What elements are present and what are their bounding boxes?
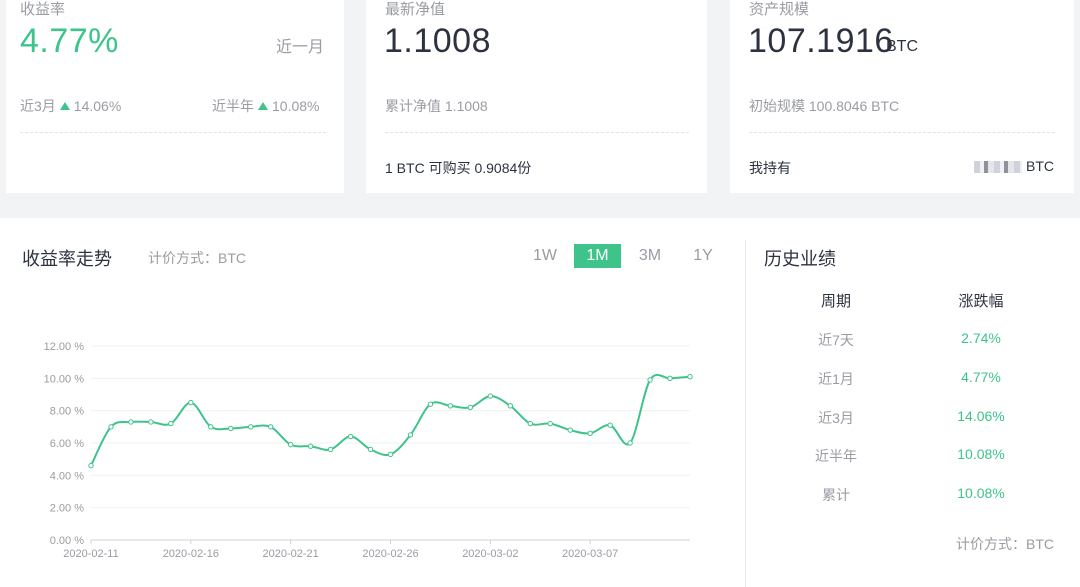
history-footer: 计价方式：BTC [956, 536, 1054, 552]
data-point [467, 404, 474, 411]
yield-trend-chart: 0.00 % 2.00 % 4.00 % 6.00 % 8.00 % 10.00 % 12.… [44, 341, 693, 560]
assets-label: 资产规模 [749, 1, 810, 18]
data-point [228, 425, 234, 432]
data-point [447, 403, 454, 409]
assets-card: 资产规模 107.1916 BTC 初始规模 100.8046 BTC 我持有 … [730, 0, 1074, 193]
holding-unit: BTC [1026, 158, 1054, 174]
history-value: 10.08% [957, 446, 1005, 462]
divider [20, 132, 326, 133]
data-point [188, 399, 194, 406]
nav-buy-text: 1 BTC 可购买 0.9084份 [385, 160, 532, 176]
yield-card: 收益率 4.77% 近一月 近3月 14.06% 近半年 10.08% [6, 0, 344, 193]
y-tick-label: 12.00 % [44, 341, 85, 353]
nav-label: 最新净值 [385, 1, 446, 18]
history-period: 近3月 [818, 410, 854, 426]
yield-label: 收益率 [20, 1, 66, 18]
data-point [427, 401, 434, 407]
divider [749, 132, 1055, 133]
data-point [287, 441, 294, 448]
nav-cumulative: 累计净值 1.1008 [385, 98, 488, 114]
data-point [487, 393, 494, 399]
yield-half-value: 10.08% [272, 98, 320, 114]
y-tick-label: 8.00 % [50, 406, 84, 418]
y-tick-label: 6.00 % [50, 438, 84, 450]
data-point [567, 427, 573, 433]
data-point [587, 430, 593, 437]
y-tick-label: 4.00 % [50, 470, 84, 482]
assets-unit: BTC [886, 38, 918, 55]
data-point [547, 420, 553, 427]
x-tick-label: 2020-02-26 [362, 548, 418, 560]
nav-value: 1.1008 [384, 22, 491, 60]
yield-3m-value: 14.06% [73, 98, 122, 114]
history-period: 近7天 [818, 332, 854, 348]
data-point [687, 374, 693, 380]
y-tick-label: 0.00 % [50, 535, 84, 547]
history-period: 近半年 [815, 448, 857, 464]
y-tick-label: 2.00 % [50, 503, 84, 515]
data-point [268, 424, 274, 430]
data-point [407, 432, 414, 438]
holding-label: 我持有 [749, 160, 791, 176]
up-arrow-icon [258, 102, 268, 110]
holding-value: BTC [974, 158, 1054, 174]
history-period: 累计 [822, 487, 850, 503]
yield-half-label: 近半年 [212, 98, 254, 114]
x-tick-label: 2020-02-11 [63, 548, 118, 560]
history-col-period: 周期 [820, 293, 851, 310]
x-tick-label: 2020-02-16 [163, 548, 219, 560]
nav-card: 最新净值 1.1008 累计净值 1.1008 1 BTC 可购买 0.9084… [366, 0, 707, 193]
data-point [607, 422, 613, 428]
up-arrow-icon [59, 102, 70, 110]
data-point [168, 420, 174, 427]
x-tick-label: 2020-03-02 [462, 548, 518, 560]
yield-3m-label: 近3月 [20, 98, 56, 114]
x-tick-label: 2020-02-21 [263, 548, 319, 560]
history-period: 近1月 [818, 371, 854, 387]
data-point [208, 424, 214, 430]
yield-3m: 近3月 14.06% [20, 96, 121, 116]
x-tick-label: 2020-03-07 [562, 548, 618, 560]
data-point [367, 446, 374, 453]
yield-value: 4.77% [20, 22, 119, 60]
data-point [108, 424, 114, 430]
assets-value: 107.1916 [748, 22, 894, 60]
data-point [387, 451, 394, 458]
data-point [667, 375, 673, 382]
masked-amount [974, 161, 1022, 174]
panel-divider [745, 240, 746, 587]
data-point [248, 424, 254, 430]
yield-period[interactable]: 近一月 [276, 33, 324, 57]
y-tick-label: 10.00 % [44, 373, 85, 385]
data-point [507, 403, 513, 409]
data-point [647, 377, 653, 383]
data-point [627, 440, 633, 446]
data-point [307, 443, 314, 449]
history-value: 2.74% [961, 330, 1001, 346]
data-point [148, 419, 154, 425]
data-point [88, 462, 94, 469]
divider [385, 132, 689, 133]
data-point [527, 420, 533, 427]
yield-half: 近半年 10.08% [212, 96, 319, 116]
history-value: 10.08% [957, 485, 1005, 501]
history-col-change: 涨跌幅 [958, 293, 1004, 310]
history-value: 4.77% [961, 369, 1001, 385]
data-point [128, 419, 134, 425]
data-point [347, 433, 354, 440]
data-point [327, 446, 334, 453]
history-value: 14.06% [957, 408, 1005, 424]
assets-initial: 初始规模 100.8046 BTC [749, 98, 900, 114]
history-title: 历史业绩 [764, 249, 836, 269]
